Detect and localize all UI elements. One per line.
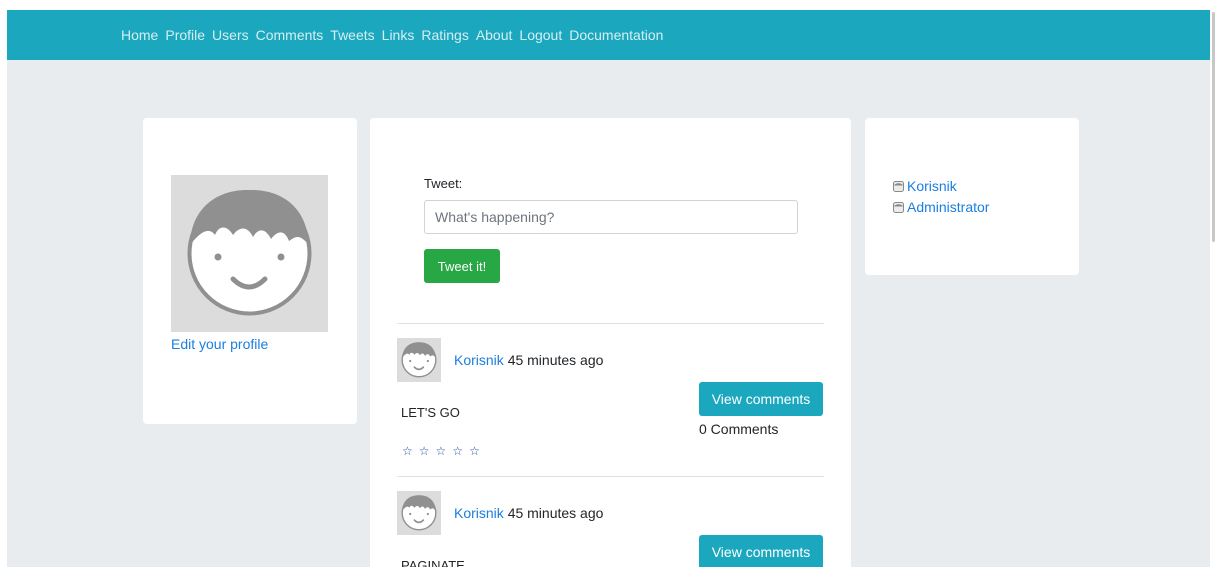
star-icon[interactable]: ☆ bbox=[436, 445, 447, 457]
tweet-submit-button[interactable]: Tweet it! bbox=[424, 249, 500, 283]
post-avatar-icon bbox=[397, 338, 441, 382]
comment-count: 0 Comments bbox=[699, 421, 779, 437]
post-meta: Korisnik 45 minutes ago bbox=[454, 505, 603, 521]
profile-card: Edit your profile bbox=[143, 118, 357, 424]
feed-card: Tweet: Tweet it! Korisnik 45 minutes ago… bbox=[370, 118, 851, 567]
post-text: LET'S GO bbox=[401, 405, 460, 420]
nav-link-about[interactable]: About bbox=[476, 27, 513, 43]
nav-link-profile[interactable]: Profile bbox=[165, 27, 205, 43]
app-viewport: Home Profile Users Comments Tweets Links… bbox=[7, 10, 1210, 567]
nav-link-comments[interactable]: Comments bbox=[256, 27, 324, 43]
nav-link-tweets[interactable]: Tweets bbox=[330, 27, 374, 43]
top-navbar: Home Profile Users Comments Tweets Links… bbox=[7, 10, 1210, 60]
nav-link-logout[interactable]: Logout bbox=[519, 27, 562, 43]
feed-divider bbox=[397, 323, 824, 324]
post-meta: Korisnik 45 minutes ago bbox=[454, 352, 603, 368]
feed-divider bbox=[397, 476, 824, 477]
tweet-input[interactable] bbox=[424, 200, 798, 234]
post-timestamp: 45 minutes ago bbox=[507, 352, 604, 368]
nav-link-ratings[interactable]: Ratings bbox=[421, 27, 468, 43]
view-comments-button[interactable]: View comments bbox=[699, 382, 823, 416]
post-author-link[interactable]: Korisnik bbox=[454, 352, 504, 368]
rating-stars: ☆ ☆ ☆ ☆ ☆ bbox=[402, 445, 486, 457]
post-timestamp: 45 minutes ago bbox=[507, 505, 604, 521]
post-author-link[interactable]: Korisnik bbox=[454, 505, 504, 521]
user-list-item[interactable]: Korisnik bbox=[893, 178, 989, 194]
scrollbar-thumb[interactable] bbox=[1212, 12, 1215, 242]
nav-links: Home Profile Users Comments Tweets Links… bbox=[121, 10, 670, 60]
user-name: Administrator bbox=[907, 199, 990, 215]
view-comments-button[interactable]: View comments bbox=[699, 535, 823, 567]
tweet-label: Tweet: bbox=[424, 176, 463, 191]
nav-link-documentation[interactable]: Documentation bbox=[569, 27, 663, 43]
edit-profile-link[interactable]: Edit your profile bbox=[171, 336, 268, 352]
star-icon[interactable]: ☆ bbox=[419, 445, 430, 457]
user-icon bbox=[893, 201, 904, 213]
tweet-post: Korisnik 45 minutes ago View comments LE… bbox=[397, 338, 824, 478]
user-icon bbox=[893, 180, 904, 192]
star-icon[interactable]: ☆ bbox=[452, 445, 463, 457]
nav-link-users[interactable]: Users bbox=[212, 27, 249, 43]
star-icon[interactable]: ☆ bbox=[469, 445, 480, 457]
default-avatar-icon bbox=[171, 175, 328, 332]
tweet-post: Korisnik 45 minutes ago View comments PA… bbox=[397, 491, 824, 567]
user-list: Korisnik Administrator bbox=[893, 178, 989, 220]
nav-link-links[interactable]: Links bbox=[382, 27, 415, 43]
user-list-item[interactable]: Administrator bbox=[893, 199, 989, 215]
users-card: Korisnik Administrator bbox=[865, 118, 1079, 275]
post-avatar-icon bbox=[397, 491, 441, 535]
nav-link-home[interactable]: Home bbox=[121, 27, 158, 43]
star-icon[interactable]: ☆ bbox=[402, 445, 413, 457]
user-name: Korisnik bbox=[907, 178, 957, 194]
post-text: PAGINATE bbox=[401, 558, 465, 567]
